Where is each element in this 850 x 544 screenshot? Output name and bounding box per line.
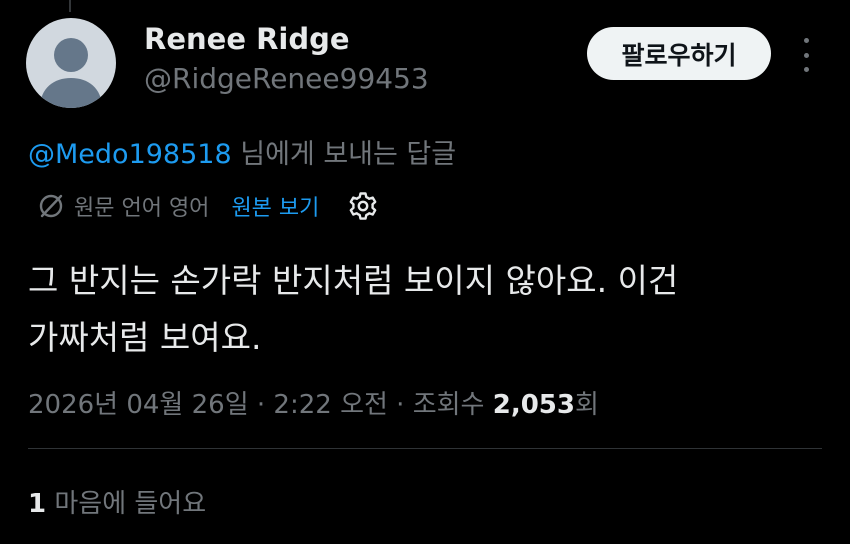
- likes-summary[interactable]: 1 마음에 들어요: [28, 483, 206, 520]
- reply-context: @Medo198518 님에게 보내는 답글: [28, 132, 456, 171]
- avatar[interactable]: [26, 18, 116, 108]
- author-display-name[interactable]: Renee Ridge: [144, 22, 350, 56]
- default-user-avatar-icon: [40, 38, 102, 108]
- likes-label: 마음에 들어요: [46, 489, 207, 519]
- reply-mention-link[interactable]: @Medo198518: [28, 139, 232, 170]
- gear-icon[interactable]: [347, 190, 379, 222]
- more-vertical-icon[interactable]: [796, 38, 816, 72]
- tweet-text-line: 가짜처럼 보여요.: [28, 318, 262, 357]
- follow-button[interactable]: 팔로우하기: [587, 27, 771, 80]
- tweet-meta: 2026년 04월 26일 · 2:22 오전 · 조회수 2,053회: [28, 384, 599, 421]
- globe-icon: [39, 194, 63, 218]
- views-count: 2,053: [492, 390, 575, 420]
- view-original-link[interactable]: 원본 보기: [231, 190, 319, 222]
- thread-connector-line: [69, 0, 71, 12]
- tweet-text-line: 그 반지는 손가락 반지처럼 보이지 않아요. 이건: [28, 261, 679, 300]
- tweet-timestamp[interactable]: 2026년 04월 26일 · 2:22 오전 · 조회수: [28, 390, 493, 420]
- likes-count: 1: [28, 489, 47, 519]
- original-language-label: 원문 언어 영어: [74, 196, 210, 221]
- tweet-text: 그 반지는 손가락 반지처럼 보이지 않아요. 이건 가짜처럼 보여요.: [28, 252, 828, 366]
- divider: [28, 448, 822, 449]
- reply-context-suffix: 님에게 보내는 답글: [231, 139, 457, 170]
- author-handle[interactable]: @RidgeRenee99453: [144, 62, 429, 95]
- translation-row: 원문 언어 영어 원본 보기: [36, 188, 379, 224]
- views-suffix: 회: [574, 390, 599, 420]
